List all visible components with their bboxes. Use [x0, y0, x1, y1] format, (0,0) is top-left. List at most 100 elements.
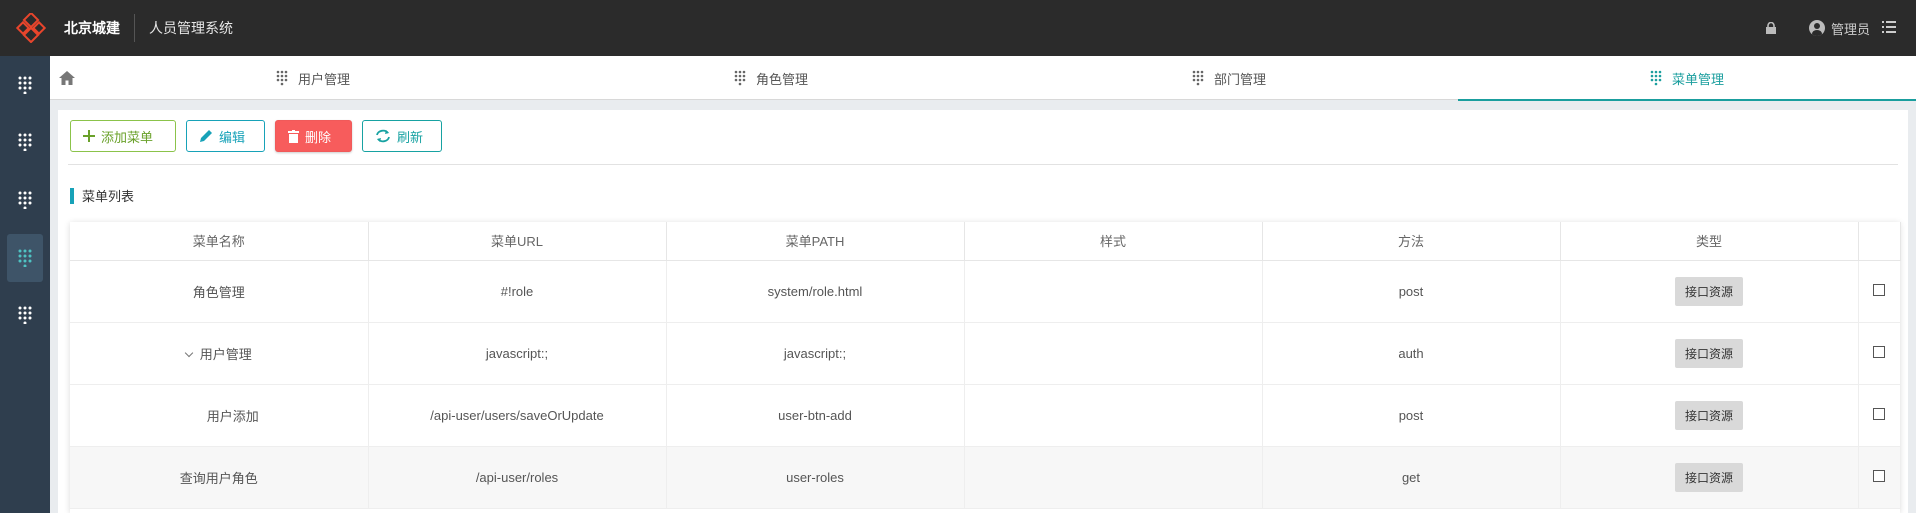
grid-icon: [18, 191, 32, 209]
cell-method: auth: [1262, 322, 1561, 385]
cell-select: [1858, 446, 1901, 509]
tab-menu-management[interactable]: 菜单管理: [1458, 56, 1916, 101]
cell-method: get: [1262, 446, 1561, 509]
system-name: 人员管理系统: [149, 20, 233, 36]
cell-style: [964, 260, 1263, 323]
column-header[interactable]: 类型: [1560, 222, 1859, 261]
sidebar-item-1[interactable]: [7, 61, 43, 109]
list-icon[interactable]: [1882, 20, 1896, 36]
column-header[interactable]: 菜单名称: [70, 222, 369, 261]
table-row[interactable]: 角色管理 #!role system/role.html post 接口资源: [70, 260, 1901, 323]
tab-department-management[interactable]: 部门管理: [1000, 56, 1458, 100]
lock-icon[interactable]: [1763, 20, 1779, 36]
edit-label: 编辑: [219, 129, 246, 145]
table-header-row: 菜单名称 菜单URL 菜单PATH 样式 方法 类型: [70, 222, 1901, 261]
cell-url: /api-user/roles: [368, 446, 667, 509]
grid-icon: [18, 76, 32, 94]
pencil-icon: [200, 130, 212, 142]
home-icon: [59, 71, 75, 85]
cell-type: 接口资源: [1560, 384, 1859, 447]
type-tag: 接口资源: [1674, 276, 1743, 306]
company-logo[interactable]: [14, 11, 48, 45]
plus-icon: [83, 130, 95, 142]
delete-button[interactable]: 删除: [275, 120, 352, 152]
tab-label: 部门管理: [1213, 71, 1266, 87]
tab-role-management[interactable]: 角色管理: [542, 56, 1000, 100]
row-checkbox[interactable]: [1873, 407, 1885, 420]
cell-style: [964, 322, 1263, 385]
cell-name: 角色管理: [70, 260, 369, 323]
section-accent-bar: [70, 187, 74, 204]
brand-divider: [134, 14, 135, 42]
sidebar: [0, 56, 50, 513]
sidebar-item-5[interactable]: [7, 291, 43, 339]
header-actions: 管理员: [1763, 0, 1896, 56]
table-row[interactable]: 查询用户角色 /api-user/roles user-roles get 接口…: [70, 446, 1901, 509]
cell-select: [1858, 322, 1901, 385]
edit-button[interactable]: 编辑: [186, 120, 265, 152]
cell-path: javascript:;: [666, 322, 965, 385]
cell-name: 用户添加: [70, 384, 369, 447]
type-tag: 接口资源: [1674, 338, 1743, 368]
column-header[interactable]: 样式: [964, 222, 1263, 261]
sidebar-item-4[interactable]: [7, 234, 43, 282]
refresh-icon: [376, 129, 390, 143]
add-menu-button[interactable]: 添加菜单: [70, 120, 176, 152]
cell-type: 接口资源: [1560, 260, 1859, 323]
cell-method: post: [1262, 384, 1561, 447]
cell-select: [1858, 384, 1901, 447]
row-checkbox[interactable]: [1873, 283, 1885, 296]
toolbar-divider: [68, 164, 1898, 165]
row-checkbox[interactable]: [1873, 469, 1885, 482]
section-title: 菜单列表: [82, 189, 135, 204]
grid-icon: [18, 306, 32, 324]
refresh-label: 刷新: [397, 129, 424, 145]
cell-name: 用户管理: [70, 322, 369, 385]
grid-icon: [18, 249, 32, 267]
cell-url: #!role: [368, 260, 667, 323]
cell-type: 接口资源: [1560, 322, 1859, 385]
cell-path: user-roles: [666, 446, 965, 509]
tab-user-management[interactable]: 用户管理: [84, 56, 542, 100]
row-checkbox[interactable]: [1873, 345, 1885, 358]
brand-name: 北京城建: [64, 20, 120, 36]
column-header[interactable]: 方法: [1262, 222, 1561, 261]
cell-type: 接口资源: [1560, 446, 1859, 509]
type-tag: 接口资源: [1674, 462, 1743, 492]
tab-label: 用户管理: [297, 71, 350, 87]
grid-icon: [18, 133, 32, 151]
cell-method: post: [1262, 260, 1561, 323]
menu-table: 菜单名称 菜单URL 菜单PATH 样式 方法 类型 角色管理 #!role s…: [70, 222, 1901, 513]
column-header[interactable]: 菜单PATH: [666, 222, 965, 261]
content-panel: 添加菜单 编辑 删除 刷新 菜单列表 菜单名称 菜单URL 菜单PATH 样式 …: [58, 110, 1908, 513]
column-header: [1858, 222, 1901, 261]
add-menu-label: 添加菜单: [101, 129, 154, 145]
user-name: 管理员: [1830, 21, 1870, 37]
delete-label: 删除: [305, 129, 332, 145]
tab-label: 角色管理: [755, 71, 808, 87]
home-tab[interactable]: [50, 56, 84, 100]
grid-icon: [1650, 70, 1662, 86]
user-icon: [1808, 20, 1825, 36]
section-header: 菜单列表: [70, 186, 134, 205]
cell-style: [964, 384, 1263, 447]
column-header[interactable]: 菜单URL: [368, 222, 667, 261]
cell-url: /api-user/users/saveOrUpdate: [368, 384, 667, 447]
toolbar: 添加菜单 编辑 删除 刷新: [70, 120, 442, 152]
tab-bar: 用户管理 角色管理 部门管理 菜单管理: [50, 56, 1916, 101]
sidebar-item-2[interactable]: [7, 118, 43, 166]
cell-style: [964, 446, 1263, 509]
cell-url: javascript:;: [368, 322, 667, 385]
cell-name: 查询用户角色: [70, 446, 369, 509]
sidebar-item-3[interactable]: [7, 176, 43, 224]
refresh-button[interactable]: 刷新: [362, 120, 442, 152]
cell-select: [1858, 260, 1901, 323]
chevron-down-icon[interactable]: [184, 348, 193, 357]
table-row[interactable]: 用户管理 javascript:; javascript:; auth 接口资源: [70, 322, 1901, 385]
grid-icon: [734, 70, 746, 86]
grid-icon: [276, 70, 288, 86]
grid-icon: [1192, 70, 1204, 86]
user-menu[interactable]: 管理员: [1808, 19, 1870, 38]
table-row[interactable]: 用户添加 /api-user/users/saveOrUpdate user-b…: [70, 384, 1901, 447]
cell-path: system/role.html: [666, 260, 965, 323]
